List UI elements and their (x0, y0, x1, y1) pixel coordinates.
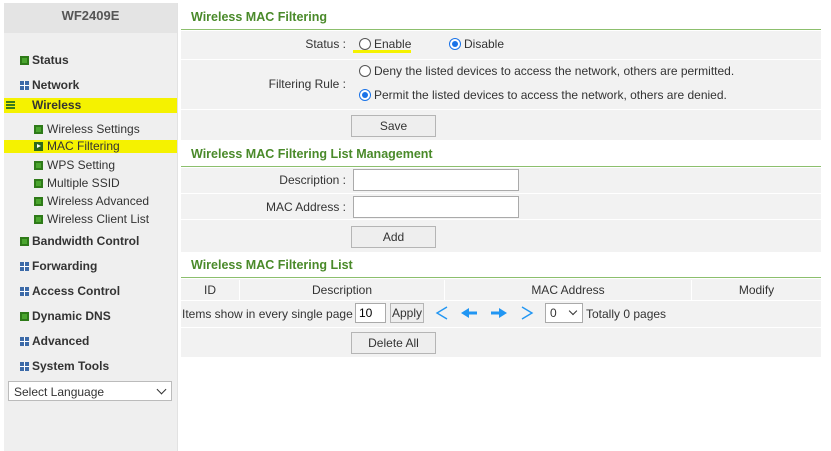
nav-dynamic-dns-label: Dynamic DNS (32, 309, 111, 323)
rule-permit-label: Permit the listed devices to access the … (374, 88, 727, 102)
nav-bandwidth-control[interactable]: Bandwidth Control (4, 229, 177, 253)
nav-wireless[interactable]: Wireless (4, 98, 177, 113)
sub-multiple-ssid-label: Multiple SSID (47, 176, 120, 190)
sub-wireless-advanced-label: Wireless Advanced (47, 194, 150, 208)
apply-button[interactable]: Apply (390, 303, 424, 323)
main-content: Wireless MAC Filtering Status : Enable D… (181, 0, 821, 451)
nav-advanced-label: Advanced (32, 334, 90, 348)
description-input[interactable] (353, 169, 519, 191)
list-management-title: Wireless MAC Filtering List Management (191, 147, 433, 161)
rule-deny-radio[interactable] (359, 65, 371, 77)
bandwidth-control-icon (20, 237, 29, 246)
multiple-ssid-icon (34, 179, 43, 188)
wireless-expanded-icon (6, 101, 15, 110)
column-header-modify: Modify (738, 283, 775, 297)
nav-wireless-label: Wireless (32, 98, 82, 112)
status-disable-radio[interactable] (449, 38, 461, 50)
items-per-page-label: Items show in every single page (182, 307, 353, 321)
next-page-icon[interactable] (490, 305, 508, 321)
sub-wireless-client-list[interactable]: Wireless Client List (4, 211, 177, 228)
forwarding-icon (20, 262, 29, 271)
last-page-icon[interactable] (519, 305, 535, 321)
mac-address-label: MAC Address : (265, 200, 346, 214)
sub-wireless-settings[interactable]: Wireless Settings (4, 121, 177, 138)
network-icon (20, 81, 29, 90)
dynamic-dns-icon (20, 312, 29, 321)
row-separator (181, 300, 821, 301)
section-divider (181, 29, 821, 30)
nav-forwarding[interactable]: Forwarding (4, 254, 177, 278)
rule-deny-label: Deny the listed devices to access the ne… (374, 64, 735, 78)
nav-system-tools[interactable]: System Tools (4, 354, 177, 378)
sub-wps-setting[interactable]: WPS Setting (4, 157, 177, 174)
total-pages-label: Totally 0 pages (586, 307, 667, 321)
sub-wireless-settings-label: Wireless Settings (47, 122, 140, 136)
page-select-value: 0 (550, 306, 557, 320)
nav-network-label: Network (32, 78, 80, 92)
section-divider (181, 277, 821, 278)
filtering-list-title: Wireless MAC Filtering List (191, 258, 353, 272)
status-icon (20, 56, 29, 65)
sub-multiple-ssid[interactable]: Multiple SSID (4, 175, 177, 192)
nav-status[interactable]: Status (4, 48, 177, 72)
save-row (181, 110, 821, 140)
sub-wireless-client-list-label: Wireless Client List (47, 212, 150, 226)
nav-access-control-label: Access Control (32, 284, 121, 298)
nav-bandwidth-control-label: Bandwidth Control (32, 234, 140, 248)
add-row (181, 220, 821, 252)
advanced-icon (20, 337, 29, 346)
sub-wps-setting-label: WPS Setting (47, 158, 116, 172)
chevron-down-icon (568, 306, 578, 316)
delete-all-button[interactable]: Delete All (351, 332, 436, 354)
nav-system-tools-label: System Tools (32, 359, 110, 373)
items-per-page-input[interactable] (355, 303, 386, 323)
wireless-advanced-icon (34, 197, 43, 206)
wireless-settings-icon (34, 125, 43, 134)
nav-network[interactable]: Network (4, 73, 177, 97)
nav-status-label: Status (32, 53, 69, 67)
wps-setting-icon (34, 161, 43, 170)
sub-wireless-advanced[interactable]: Wireless Advanced (4, 193, 177, 210)
nav-access-control[interactable]: Access Control (4, 279, 177, 303)
model-name: WF2409E (4, 3, 177, 33)
column-header-mac-address: MAC Address (531, 283, 605, 297)
access-control-icon (20, 287, 29, 296)
column-header-id: ID (204, 283, 216, 297)
language-select[interactable]: Select Language (8, 381, 172, 401)
row-separator (181, 327, 821, 328)
system-tools-icon (20, 362, 29, 371)
mac-filtering-title: Wireless MAC Filtering (191, 10, 328, 24)
mac-address-input[interactable] (353, 196, 519, 218)
sub-mac-filtering[interactable]: MAC Filtering (4, 140, 177, 153)
mac-filtering-arrow-icon (34, 142, 43, 151)
save-button[interactable]: Save (351, 115, 436, 137)
nav-advanced[interactable]: Advanced (4, 329, 177, 353)
status-enable-radio[interactable] (359, 38, 371, 50)
status-enable-label: Enable (374, 37, 412, 51)
description-label: Description : (279, 173, 346, 187)
sidebar: WF2409E Status Network Wireless Wireless… (4, 3, 178, 451)
sub-mac-filtering-label: MAC Filtering (47, 139, 120, 153)
section-divider (181, 166, 821, 167)
first-page-icon[interactable] (434, 305, 450, 321)
column-header-description: Description (311, 283, 373, 297)
previous-page-icon[interactable] (460, 305, 478, 321)
nav-dynamic-dns[interactable]: Dynamic DNS (4, 304, 177, 328)
filtering-rule-label: Filtering Rule : (268, 77, 346, 91)
status-disable-label: Disable (464, 37, 505, 51)
page-select[interactable]: 0 (545, 303, 583, 323)
add-button[interactable]: Add (351, 226, 436, 248)
nav-forwarding-label: Forwarding (32, 259, 98, 273)
chevron-down-icon (156, 384, 167, 395)
status-label: Status : (305, 37, 346, 51)
language-select-value: Select Language (14, 385, 105, 399)
wireless-client-list-icon (34, 215, 43, 224)
rule-permit-radio[interactable] (359, 89, 371, 101)
